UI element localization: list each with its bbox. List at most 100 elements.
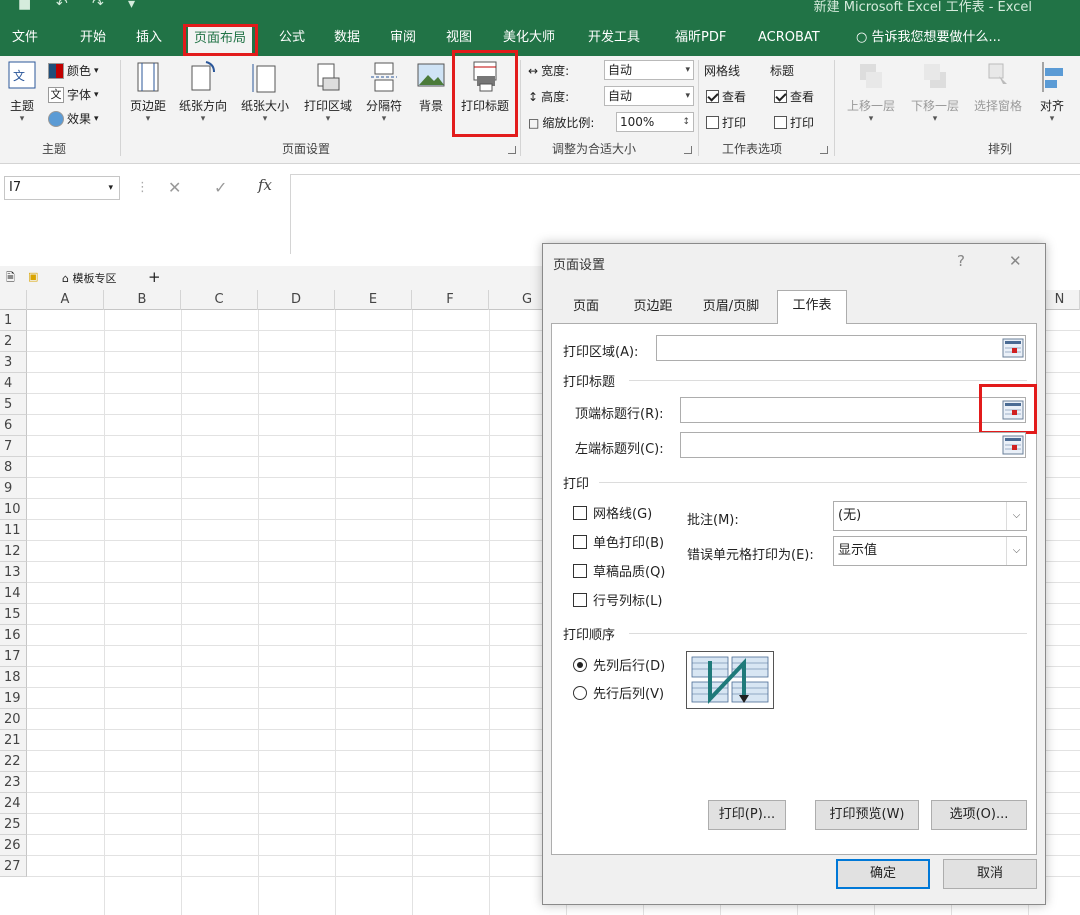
tab-page[interactable]: 页面	[563, 294, 609, 322]
scale-spinner[interactable]: 100% ↕	[616, 112, 694, 132]
row-header[interactable]: 2	[0, 331, 27, 352]
row-header[interactable]: 19	[0, 688, 27, 709]
tab-margins[interactable]: 页边距	[625, 294, 681, 322]
column-header[interactable]: C	[181, 290, 258, 310]
row-header[interactable]: 21	[0, 730, 27, 751]
help-icon[interactable]: ?	[957, 252, 965, 270]
folder-icon[interactable]: ▣	[28, 270, 38, 283]
row-header[interactable]: 23	[0, 772, 27, 793]
theme-colors-button[interactable]: 颜色 ▾	[48, 62, 99, 79]
cancel-icon[interactable]: ✕	[168, 178, 181, 197]
tab-acrobat[interactable]: ACROBAT	[758, 20, 820, 56]
sheet-options-launcher[interactable]	[820, 146, 828, 154]
column-header[interactable]: A	[27, 290, 104, 310]
tab-file[interactable]: 文件	[12, 20, 38, 56]
send-backward-button[interactable]: 下移一层 ▾	[904, 60, 966, 124]
options-button[interactable]: 选项(O)...	[931, 800, 1027, 830]
column-header[interactable]: N	[1040, 290, 1080, 310]
tab-review[interactable]: 审阅	[390, 20, 416, 56]
over-then-down-radio[interactable]: 先行后列(V)	[573, 683, 664, 702]
customize-icon[interactable]: ▾	[128, 0, 135, 12]
tab-data[interactable]: 数据	[334, 20, 360, 56]
orientation-button[interactable]: 纸张方向 ▾	[174, 60, 232, 124]
row-header[interactable]: 14	[0, 583, 27, 604]
headings-print-checkbox[interactable]: 打印	[774, 114, 814, 131]
row-header[interactable]: 24	[0, 793, 27, 814]
theme-effects-button[interactable]: 效果 ▾	[48, 110, 99, 127]
row-header[interactable]: 10	[0, 499, 27, 520]
tell-me-box[interactable]: ○ 告诉我您想要做什么...	[856, 20, 1001, 56]
row-header[interactable]: 6	[0, 415, 27, 436]
collapse-dialog-icon[interactable]	[1002, 338, 1024, 358]
print-area-input[interactable]	[656, 335, 1026, 361]
save-icon[interactable]: ■	[18, 0, 31, 12]
theme-fonts-button[interactable]: 文字体 ▾	[48, 86, 99, 103]
tab-sheet[interactable]: 工作表	[777, 290, 847, 324]
row-header[interactable]: 7	[0, 436, 27, 457]
column-header[interactable]: E	[335, 290, 412, 310]
collapse-dialog-icon[interactable]	[1002, 435, 1024, 455]
tab-page-layout[interactable]: 页面布局	[188, 24, 253, 56]
add-tab-button[interactable]: +	[148, 268, 161, 286]
cell-errors-select[interactable]: 显示值 ⌵	[833, 536, 1027, 566]
tab-formulas[interactable]: 公式	[279, 20, 305, 56]
tab-developer[interactable]: 开发工具	[588, 20, 640, 56]
row-header[interactable]: 20	[0, 709, 27, 730]
width-select[interactable]: 自动 ▾	[604, 60, 694, 80]
tab-foxit-pdf[interactable]: 福昕PDF	[675, 20, 726, 56]
print-titles-button[interactable]: 打印标题	[454, 60, 516, 114]
gridlines-checkbox[interactable]: 网格线(G)	[573, 503, 652, 522]
row-header[interactable]: 27	[0, 856, 27, 877]
row-header[interactable]: 16	[0, 625, 27, 646]
tab-insert[interactable]: 插入	[136, 20, 162, 56]
print-button[interactable]: 打印(P)...	[708, 800, 786, 830]
row-header[interactable]: 11	[0, 520, 27, 541]
close-icon[interactable]: ✕	[1009, 252, 1022, 270]
size-button[interactable]: 纸张大小 ▾	[236, 60, 294, 124]
select-all-corner[interactable]	[0, 290, 27, 310]
row-col-headings-checkbox[interactable]: 行号列标(L)	[573, 590, 662, 609]
bring-forward-button[interactable]: 上移一层 ▾	[840, 60, 902, 124]
align-button[interactable]: 对齐 ▾	[1032, 60, 1072, 124]
draft-quality-checkbox[interactable]: 草稿品质(Q)	[573, 561, 665, 580]
height-select[interactable]: 自动 ▾	[604, 86, 694, 106]
column-header[interactable]: B	[104, 290, 181, 310]
template-tab[interactable]: ⌂ 模板专区	[62, 270, 116, 286]
down-then-over-radio[interactable]: 先列后行(D)	[573, 655, 665, 674]
black-white-checkbox[interactable]: 单色打印(B)	[573, 532, 664, 551]
tab-header-footer[interactable]: 页眉/页脚	[693, 294, 769, 322]
breaks-button[interactable]: 分隔符 ▾	[360, 60, 408, 124]
cols-to-repeat-input[interactable]	[680, 432, 1026, 458]
column-header[interactable]: F	[412, 290, 489, 310]
row-header[interactable]: 26	[0, 835, 27, 856]
new-file-icon[interactable]: 🗎	[6, 269, 15, 288]
row-header[interactable]: 5	[0, 394, 27, 415]
gridlines-view-checkbox[interactable]: 查看	[706, 88, 746, 105]
redo-icon[interactable]: ↷	[92, 0, 104, 12]
collapse-dialog-icon[interactable]	[1002, 400, 1024, 420]
row-header[interactable]: 15	[0, 604, 27, 625]
comments-select[interactable]: (无) ⌵	[833, 501, 1027, 531]
row-header[interactable]: 13	[0, 562, 27, 583]
margins-button[interactable]: 页边距 ▾	[124, 60, 172, 124]
row-header[interactable]: 12	[0, 541, 27, 562]
row-header[interactable]: 4	[0, 373, 27, 394]
row-header[interactable]: 9	[0, 478, 27, 499]
cancel-button[interactable]: 取消	[943, 859, 1037, 889]
row-header[interactable]: 1	[0, 310, 27, 331]
row-header[interactable]: 18	[0, 667, 27, 688]
gridlines-print-checkbox[interactable]: 打印	[706, 114, 746, 131]
row-header[interactable]: 17	[0, 646, 27, 667]
print-preview-button[interactable]: 打印预览(W)	[815, 800, 919, 830]
background-button[interactable]: 背景	[412, 60, 450, 114]
row-header[interactable]: 22	[0, 751, 27, 772]
tab-view[interactable]: 视图	[446, 20, 472, 56]
ok-button[interactable]: 确定	[836, 859, 930, 889]
row-header[interactable]: 25	[0, 814, 27, 835]
undo-icon[interactable]: ↶	[56, 0, 68, 12]
print-area-button[interactable]: 打印区域 ▾	[298, 60, 358, 124]
themes-button[interactable]: 文 主题 ▾	[4, 60, 40, 124]
tab-beautify[interactable]: 美化大师	[503, 20, 555, 56]
selection-pane-button[interactable]: 选择窗格	[966, 60, 1030, 114]
headings-view-checkbox[interactable]: 查看	[774, 88, 814, 105]
